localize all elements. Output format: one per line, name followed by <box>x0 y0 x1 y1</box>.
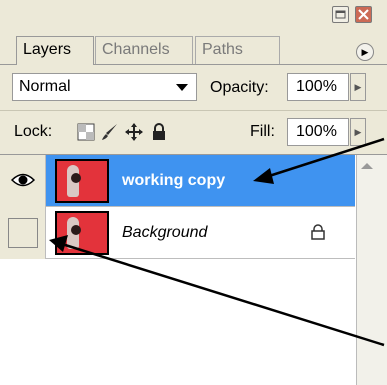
layer-lock-icon <box>310 224 326 240</box>
layers-panel: Layers Channels Paths ▶ Normal Opacity: … <box>0 0 387 385</box>
fill-slider-button[interactable]: ▶ <box>350 118 366 146</box>
panel-titlebar <box>0 0 387 30</box>
chevron-down-icon <box>176 84 188 91</box>
lock-row: Lock: Fill: 100% ▶ <box>0 111 387 155</box>
visibility-cell[interactable] <box>0 155 46 207</box>
minimize-icon[interactable] <box>332 6 349 23</box>
fill-input[interactable]: 100% <box>287 118 349 146</box>
layer-row-working-copy[interactable]: working copy <box>0 155 355 207</box>
blend-mode-value: Normal <box>19 78 71 95</box>
visibility-cell[interactable] <box>0 207 46 259</box>
fill-label: Fill: <box>250 123 275 140</box>
lock-transparent-pixels-icon[interactable] <box>77 123 95 141</box>
lock-label: Lock: <box>14 123 53 140</box>
layer-thumbnail[interactable] <box>55 211 109 255</box>
panel-tabs: Layers Channels Paths <box>0 30 387 65</box>
layer-name[interactable]: Background <box>122 222 207 244</box>
layer-thumbnail[interactable] <box>55 159 109 203</box>
eye-icon[interactable] <box>10 171 36 194</box>
opacity-input[interactable]: 100% <box>287 73 349 101</box>
tab-layers[interactable]: Layers <box>16 36 94 65</box>
layers-empty-area <box>0 259 355 385</box>
scroll-up-arrow-icon[interactable] <box>361 163 373 169</box>
layer-row-background[interactable]: Background <box>0 207 355 259</box>
tab-paths[interactable]: Paths <box>195 36 280 64</box>
layers-scrollbar[interactable] <box>356 155 387 385</box>
visibility-toggle[interactable] <box>8 218 38 248</box>
opacity-slider-button[interactable]: ▶ <box>350 73 366 101</box>
lock-position-icon[interactable] <box>125 123 143 141</box>
panel-menu-icon[interactable]: ▶ <box>356 43 374 61</box>
blend-mode-select[interactable]: Normal <box>12 73 197 101</box>
lock-image-pixels-icon[interactable] <box>101 123 119 141</box>
layer-name[interactable]: working copy <box>122 170 225 192</box>
tab-channels[interactable]: Channels <box>95 36 193 64</box>
lock-all-icon[interactable] <box>150 123 168 141</box>
opacity-label: Opacity: <box>210 79 269 96</box>
close-icon[interactable] <box>355 6 372 23</box>
blend-row: Normal Opacity: 100% ▶ <box>0 65 387 111</box>
